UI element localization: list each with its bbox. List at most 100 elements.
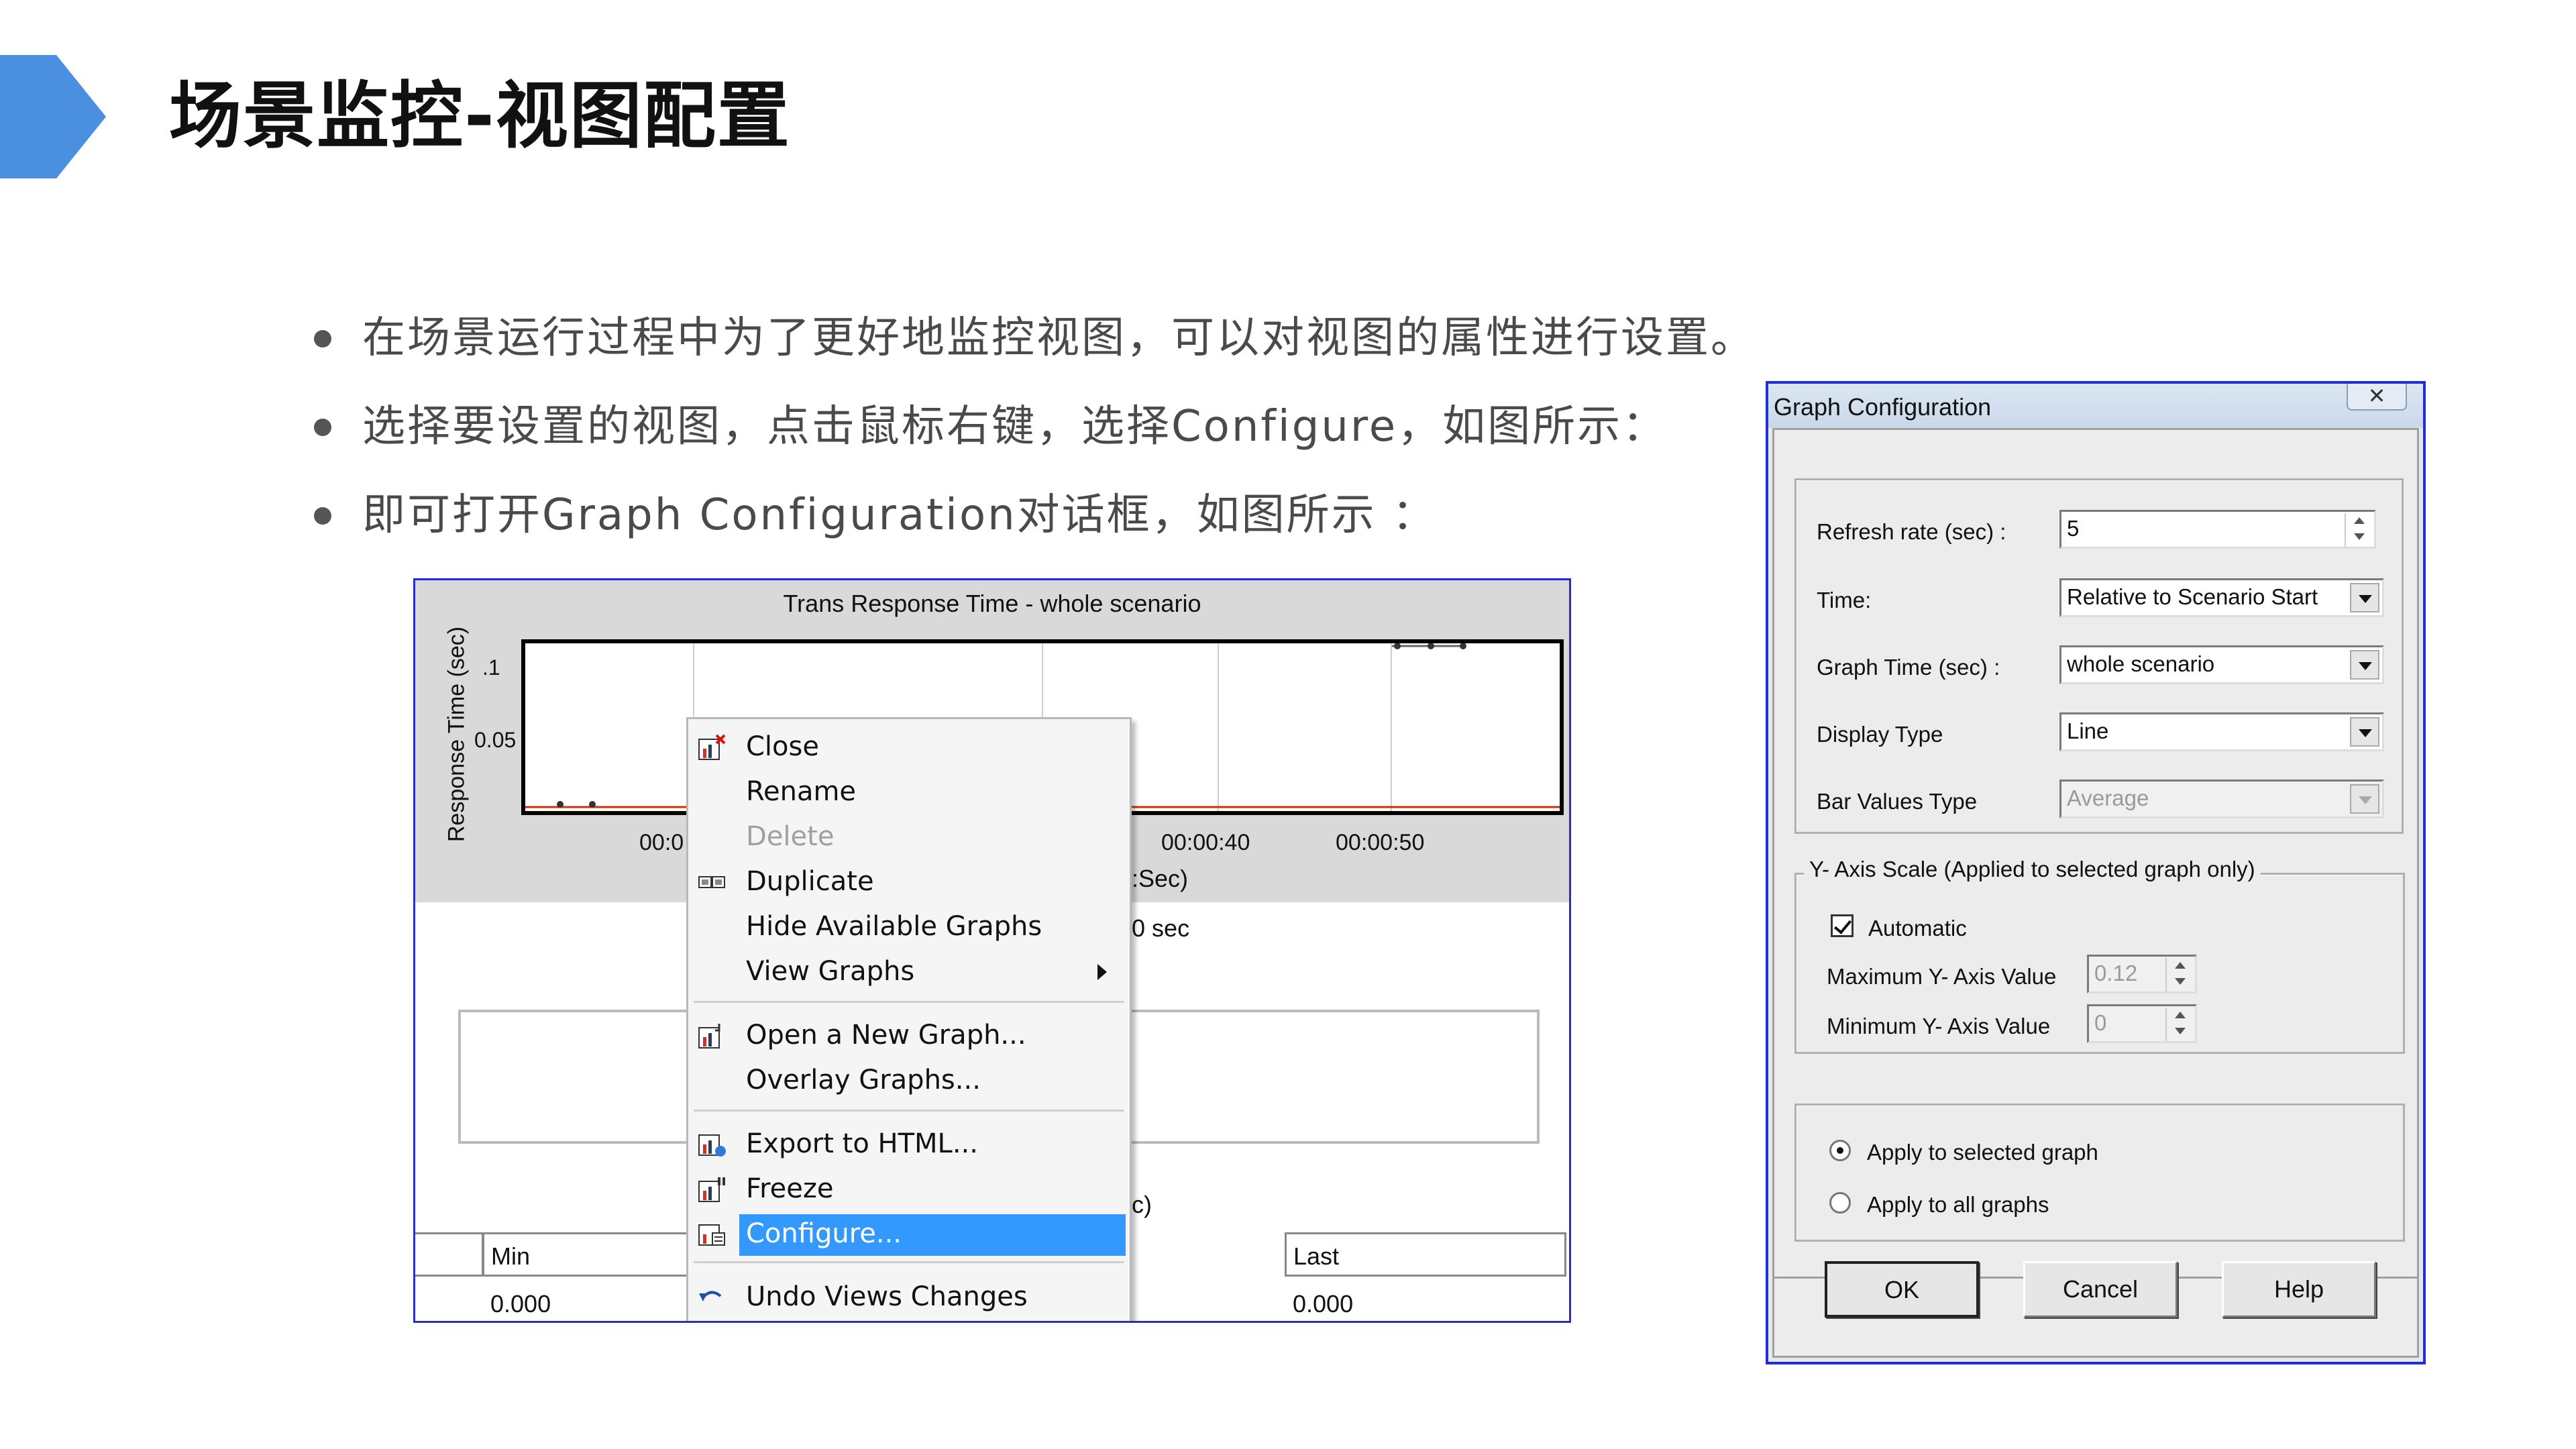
bullet-dot-icon <box>314 330 331 347</box>
table-cell-last: 0.000 <box>1293 1290 1354 1318</box>
y-tick-label: .1 <box>482 655 500 680</box>
display-type-label: Display Type <box>1817 722 1943 747</box>
apply-all-radio[interactable] <box>1829 1192 1851 1214</box>
menu-item-label: Configure... <box>746 1218 902 1249</box>
menu-item-hide-available-graphs[interactable]: Hide Available Graphs <box>688 904 1130 949</box>
apply-selected-label: Apply to selected graph <box>1867 1140 2098 1165</box>
menu-item-label: View Graphs <box>746 956 915 987</box>
menu-item-label: Close <box>746 731 819 762</box>
duplicate-icon <box>698 876 725 888</box>
table-header-last: Last <box>1285 1232 1566 1277</box>
x-tick-label: 00:00:50 <box>1336 830 1425 855</box>
apply-group <box>1794 1104 2405 1242</box>
export-html-icon <box>698 1134 726 1157</box>
bullet-text: 在场景运行过程中为了更好地监控视图，可以对视图的属性进行设置。 <box>362 313 1756 363</box>
menu-item-configure[interactable]: Configure... <box>688 1212 1130 1256</box>
x-tick-label: 00:0 <box>639 830 684 855</box>
bullet-dot-icon <box>314 507 331 525</box>
bar-values-type-value: Average <box>2067 786 2149 810</box>
time-label: Time: <box>1817 588 1872 612</box>
dialog-body: Refresh rate (sec) : 5 Time: Relative to… <box>1772 428 2419 1358</box>
menu-separator <box>694 1001 1124 1003</box>
cancel-button[interactable]: Cancel <box>2023 1261 2178 1318</box>
chevron-down-icon[interactable] <box>2350 650 2379 680</box>
freeze-icon <box>698 1177 725 1202</box>
menu-item-duplicate[interactable]: Duplicate <box>688 859 1130 904</box>
open-graph-icon <box>698 1024 720 1049</box>
spinner-icon[interactable] <box>2165 1008 2192 1041</box>
menu-item-label: Undo Views Changes <box>746 1281 1028 1312</box>
y-tick-label: 0.05 <box>474 728 517 752</box>
chevron-down-icon[interactable] <box>2350 583 2379 612</box>
chevron-down-icon[interactable] <box>2350 717 2379 747</box>
bullet-item: 在场景运行过程中为了更好地监控视图，可以对视图的属性进行设置。 <box>314 294 1756 382</box>
chevron-down-icon[interactable] <box>2350 784 2379 814</box>
menu-item-open-new-graph[interactable]: Open a New Graph... <box>688 1013 1130 1057</box>
display-type-value: Line <box>2067 718 2109 743</box>
max-y-axis-value: 0.12 <box>2094 961 2138 985</box>
settings-group: Refresh rate (sec) : 5 Time: Relative to… <box>1794 478 2404 834</box>
apply-all-label: Apply to all graphs <box>1867 1192 2049 1217</box>
refresh-rate-input[interactable]: 5 <box>2059 510 2376 549</box>
bullet-item: 即可打开Graph Configuration对话框，如图所示 ： <box>314 471 1756 559</box>
apply-selected-radio[interactable] <box>1829 1140 1851 1161</box>
menu-item-export-html[interactable]: Export to HTML... <box>688 1122 1130 1166</box>
bullet-dot-icon <box>314 419 331 436</box>
menu-item-label: Freeze <box>746 1173 834 1204</box>
slide-title: 场景监控-视图配置 <box>169 74 791 158</box>
submenu-arrow-icon <box>1097 964 1107 980</box>
max-y-axis-label: Maximum Y- Axis Value <box>1827 964 2057 989</box>
max-y-axis-input[interactable]: 0.12 <box>2087 955 2197 994</box>
y-axis-label: Response Time (sec) <box>443 626 470 843</box>
menu-item-view-graphs[interactable]: View Graphs <box>688 949 1130 994</box>
refresh-rate-value: 5 <box>2067 516 2080 541</box>
y-axis-scale-legend: Y- Axis Scale (Applied to selected graph… <box>1804 857 2261 882</box>
menu-item-label: Duplicate <box>746 866 874 897</box>
min-y-axis-input[interactable]: 0 <box>2087 1004 2197 1043</box>
menu-item-label: Delete <box>746 821 835 852</box>
automatic-label: Automatic <box>1868 916 1967 941</box>
time-value: Relative to Scenario Start <box>2067 584 2318 609</box>
menu-item-freeze[interactable]: Freeze <box>688 1167 1130 1211</box>
bullet-item: 选择要设置的视图，点击鼠标右键，选择Configure，如图所示： <box>314 382 1756 471</box>
menu-separator <box>694 1110 1124 1112</box>
menu-item-delete[interactable]: Delete <box>688 814 1130 859</box>
spinner-icon[interactable] <box>2345 513 2371 547</box>
menu-item-overlay-graphs[interactable]: Overlay Graphs... <box>688 1058 1130 1102</box>
table-cell-min: 0.000 <box>490 1290 551 1318</box>
bar-values-type-select[interactable]: Average <box>2059 780 2384 818</box>
table-header <box>415 1232 484 1277</box>
min-y-axis-label: Minimum Y- Axis Value <box>1827 1014 2051 1038</box>
undo-icon <box>699 1291 722 1301</box>
min-y-axis-value: 0 <box>2094 1010 2107 1035</box>
x-tick-label: 00:00:40 <box>1161 830 1250 855</box>
close-button[interactable]: ✕ <box>2347 384 2407 411</box>
graph-time-select[interactable]: whole scenario <box>2059 645 2384 684</box>
menu-item-label: Open a New Graph... <box>746 1020 1026 1051</box>
bullet-text: 选择要设置的视图，点击鼠标右键，选择Configure，如图所示： <box>362 402 1668 451</box>
graph-configuration-dialog: Graph Configuration ✕ Refresh rate (sec)… <box>1766 381 2426 1364</box>
menu-item-undo-views-changes[interactable]: Undo Views Changes <box>688 1275 1130 1319</box>
menu-item-label: Overlay Graphs... <box>746 1065 981 1095</box>
time-select[interactable]: Relative to Scenario Start <box>2059 578 2384 617</box>
menu-item-rename[interactable]: Rename <box>688 769 1130 814</box>
graph-title: Trans Response Time - whole scenario <box>783 590 1201 617</box>
dialog-titlebar: Graph Configuration ✕ <box>1768 384 2423 428</box>
bullet-list: 在场景运行过程中为了更好地监控视图，可以对视图的属性进行设置。 选择要设置的视图… <box>314 294 1756 559</box>
close-graph-icon <box>698 734 726 760</box>
graph-time-label: Graph Time (sec) : <box>1817 655 2000 680</box>
ok-button[interactable]: OK <box>1825 1261 1979 1318</box>
menu-item-label: Export to HTML... <box>746 1128 978 1159</box>
menu-separator <box>694 1261 1124 1263</box>
menu-item-label: Rename <box>746 776 857 807</box>
automatic-checkbox[interactable] <box>1831 914 1854 937</box>
display-type-select[interactable]: Line <box>2059 712 2384 751</box>
spinner-icon[interactable] <box>2165 958 2192 991</box>
context-menu: Close Rename Delete Duplicate Hide Avail… <box>686 717 1132 1321</box>
bar-values-type-label: Bar Values Type <box>1817 789 1978 814</box>
help-button[interactable]: Help <box>2222 1261 2376 1318</box>
graph-window-screenshot: Trans Response Time - whole scenario Res… <box>413 578 1571 1323</box>
menu-item-label: Hide Available Graphs <box>746 911 1042 942</box>
bullet-text: 即可打开Graph Configuration对话框，如图所示 ： <box>362 490 1438 540</box>
menu-item-close[interactable]: Close <box>688 724 1130 769</box>
